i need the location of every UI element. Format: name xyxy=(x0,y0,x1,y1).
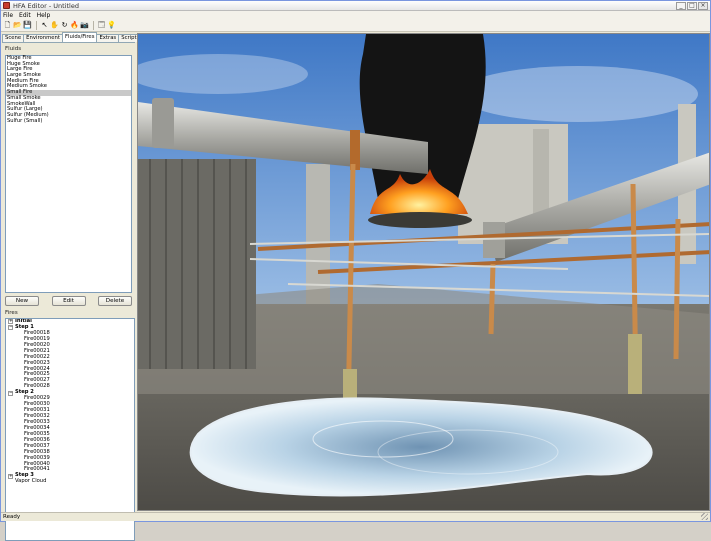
fluids-label: Fluids xyxy=(5,46,22,52)
window-icon[interactable]: 🗔 xyxy=(97,21,106,30)
expand-icon[interactable]: + xyxy=(8,473,13,479)
tab-environment[interactable]: Environment xyxy=(23,34,63,42)
menu-edit[interactable]: Edit xyxy=(19,12,31,19)
status-text: Ready xyxy=(3,514,21,520)
status-bar: Ready xyxy=(1,512,710,521)
resize-grip-icon[interactable] xyxy=(701,513,708,520)
collapse-icon[interactable]: − xyxy=(8,325,13,331)
app-icon xyxy=(3,2,10,9)
expand-icon[interactable]: + xyxy=(8,319,13,325)
menu-bar: File Edit Help xyxy=(1,11,710,20)
window-title: HFA Editor - Untitled xyxy=(13,1,79,10)
menu-help[interactable]: Help xyxy=(37,12,51,19)
new-button[interactable]: New xyxy=(5,296,39,306)
list-item[interactable]: Sulfur (Small) xyxy=(6,118,131,125)
fires-label: Fires xyxy=(5,310,18,316)
toolbar-separator xyxy=(93,21,94,30)
title-bar[interactable]: HFA Editor - Untitled _ □ × xyxy=(1,1,710,11)
delete-button[interactable]: Delete xyxy=(98,296,132,306)
fires-tree[interactable]: + Initial − Step 1 Fire00018 Fire00019 Fire000… xyxy=(5,318,135,541)
3d-viewport[interactable] xyxy=(137,33,710,511)
scene-render[interactable] xyxy=(138,34,710,511)
toolbar: 🗋 📂 💾 ↖ ✋ ↻ 🔥 📷 🗔 💡 xyxy=(1,20,710,32)
toolbar-separator xyxy=(36,21,37,30)
fluids-list[interactable]: Huge Fire Huge Smoke Large Fire Large Smoke… xyxy=(5,55,132,293)
lightbulb-icon[interactable]: 💡 xyxy=(107,21,116,30)
rotate-icon[interactable]: ↻ xyxy=(60,21,69,30)
minimize-button[interactable]: _ xyxy=(676,2,686,10)
save-icon[interactable]: 💾 xyxy=(23,21,32,30)
open-folder-icon[interactable]: 📂 xyxy=(13,21,22,30)
tab-strip: Scene Environment Fluids/Fires Extras Sc… xyxy=(2,32,159,43)
left-panel: Scene Environment Fluids/Fires Extras Sc… xyxy=(2,32,159,541)
tree-label: Vapor Cloud xyxy=(15,478,47,485)
hand-icon[interactable]: ✋ xyxy=(50,21,59,30)
tree-node[interactable]: Vapor Cloud xyxy=(6,478,134,485)
close-button[interactable]: × xyxy=(698,2,708,10)
app-window: HFA Editor - Untitled _ □ × File Edit He… xyxy=(0,0,711,541)
tab-fluids-fires[interactable]: Fluids/Fires xyxy=(61,32,98,42)
fire-icon[interactable]: 🔥 xyxy=(70,21,79,30)
menu-file[interactable]: File xyxy=(3,12,13,19)
tab-scene[interactable]: Scene xyxy=(2,34,25,42)
collapse-icon[interactable]: − xyxy=(8,390,13,396)
tab-extras[interactable]: Extras xyxy=(96,34,120,42)
camera-icon[interactable]: 📷 xyxy=(80,21,89,30)
new-file-icon[interactable]: 🗋 xyxy=(3,21,12,30)
pointer-icon[interactable]: ↖ xyxy=(40,21,49,30)
edit-button[interactable]: Edit xyxy=(51,296,86,306)
maximize-button[interactable]: □ xyxy=(687,2,697,10)
